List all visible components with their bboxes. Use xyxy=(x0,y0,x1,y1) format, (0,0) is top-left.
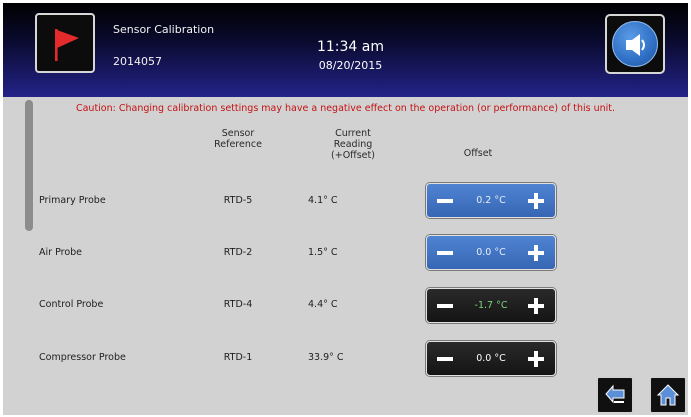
probe-reference: RTD-2 xyxy=(223,247,253,258)
home-button[interactable] xyxy=(649,376,687,414)
column-header-current-reading: Current Reading (+Offset) xyxy=(313,128,393,161)
offset-stepper-compressor: 0.0 °C xyxy=(426,341,556,376)
column-header-line: Reference xyxy=(214,139,262,150)
back-arrow-icon xyxy=(605,384,625,404)
unit-id: 2014057 xyxy=(113,55,162,68)
column-header-line: (+Offset) xyxy=(331,150,375,161)
offset-value: 0.0 °C xyxy=(476,247,506,258)
offset-stepper-air: 0.0 °C xyxy=(426,235,556,270)
probe-label-primary: Primary Probe xyxy=(39,195,106,206)
column-header-line: Sensor xyxy=(221,128,255,139)
clock-time: 11:34 am xyxy=(316,39,384,55)
probe-label-control: Control Probe xyxy=(39,299,104,310)
increase-offset-button[interactable] xyxy=(527,192,545,210)
decrease-offset-button[interactable] xyxy=(436,245,454,261)
offset-value: -1.7 °C xyxy=(474,300,508,311)
offset-value: 0.0 °C xyxy=(476,353,506,364)
column-header-offset: Offset xyxy=(463,148,493,159)
flag-icon xyxy=(55,29,79,61)
probe-label-air: Air Probe xyxy=(39,247,83,258)
probe-reading: 1.5° C xyxy=(308,247,338,258)
caution-message: Caution: Changing calibration settings m… xyxy=(75,103,616,114)
header-bar: Sensor Calibration 2014057 11:34 am 08/2… xyxy=(3,3,688,97)
flag-button[interactable] xyxy=(35,13,95,73)
back-button[interactable] xyxy=(596,376,634,414)
offset-stepper-control: -1.7 °C xyxy=(426,288,556,323)
sound-badge xyxy=(612,21,658,67)
column-header-sensor-reference: Sensor Reference xyxy=(203,128,273,150)
probe-reading: 4.1° C xyxy=(308,195,338,206)
decrease-offset-button[interactable] xyxy=(436,351,454,367)
offset-stepper-primary: 0.2 °C xyxy=(426,183,556,218)
speaker-icon xyxy=(626,34,645,56)
probe-label-compressor: Compressor Probe xyxy=(39,352,126,363)
decrease-offset-button[interactable] xyxy=(436,298,454,314)
increase-offset-button[interactable] xyxy=(527,244,545,262)
offset-value: 0.2 °C xyxy=(476,195,506,206)
probe-reading: 33.9° C xyxy=(308,352,344,363)
probe-reading: 4.4° C xyxy=(308,299,338,310)
probe-reference: RTD-5 xyxy=(223,195,253,206)
increase-offset-button[interactable] xyxy=(527,350,545,368)
decrease-offset-button[interactable] xyxy=(436,193,454,209)
calibration-screen: Sensor Calibration 2014057 11:34 am 08/2… xyxy=(3,3,688,415)
column-header-line: Reading xyxy=(333,139,373,150)
clock-date: 08/20/2015 xyxy=(318,59,383,72)
increase-offset-button[interactable] xyxy=(527,297,545,315)
probe-reference: RTD-4 xyxy=(223,299,253,310)
vertical-scrollbar[interactable] xyxy=(25,100,33,231)
home-icon xyxy=(656,384,680,406)
column-header-line: Current xyxy=(335,128,371,139)
page-title: Sensor Calibration xyxy=(113,23,215,36)
sound-button[interactable] xyxy=(605,14,665,74)
probe-reference: RTD-1 xyxy=(223,352,253,363)
